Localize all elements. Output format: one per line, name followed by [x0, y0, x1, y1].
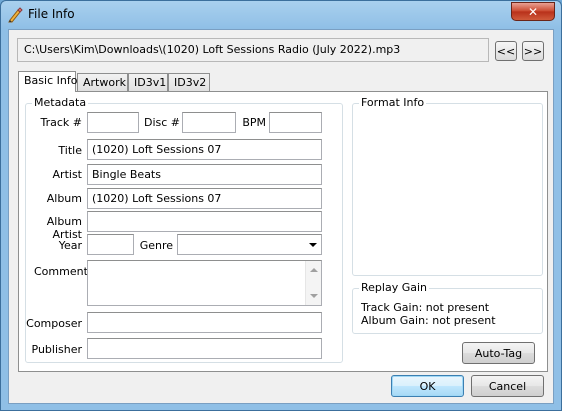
metadata-group: Metadata Track # Disc # BPM Title (1020)…: [25, 96, 343, 363]
scroll-up-icon[interactable]: [310, 268, 318, 272]
ok-button[interactable]: OK: [391, 375, 464, 397]
comment-label: Comment: [34, 265, 88, 278]
album-label: Album: [46, 192, 82, 205]
tab-artwork[interactable]: Artwork: [77, 73, 128, 91]
publisher-input[interactable]: [87, 338, 322, 359]
year-input[interactable]: [87, 234, 134, 255]
track-label: Track #: [40, 116, 83, 129]
dialog-client-area: C:\Users\Kim\Downloads\(1020) Loft Sessi…: [8, 29, 554, 404]
title-bar[interactable]: File Info ✕: [1, 1, 561, 29]
next-file-button[interactable]: >>: [522, 41, 544, 61]
auto-tag-button[interactable]: Auto-Tag: [462, 342, 535, 364]
format-info-group: Format Info: [352, 96, 543, 276]
close-icon: ✕: [527, 4, 539, 19]
window-title: File Info: [28, 7, 75, 21]
replay-gain-group: Replay Gain Track Gain: not present Albu…: [352, 281, 543, 334]
file-info-window: File Info ✕ C:\Users\Kim\Downloads\(1020…: [0, 0, 562, 411]
tab-id3v2[interactable]: ID3v2: [168, 73, 210, 91]
track-number-input[interactable]: [87, 112, 139, 133]
basic-info-panel: Metadata Track # Disc # BPM Title (1020)…: [18, 91, 548, 372]
artist-label: Artist: [52, 168, 82, 181]
file-path-display: C:\Users\Kim\Downloads\(1020) Loft Sessi…: [17, 38, 489, 62]
close-button[interactable]: ✕: [511, 2, 555, 21]
pencil-edit-icon: [8, 7, 23, 23]
previous-file-button[interactable]: <<: [495, 41, 517, 61]
publisher-label: Publisher: [31, 343, 83, 356]
title-input[interactable]: (1020) Loft Sessions 07: [87, 139, 322, 160]
album-artist-label: Album Artist: [46, 215, 82, 241]
album-input[interactable]: (1020) Loft Sessions 07: [87, 188, 322, 209]
tab-id3v1[interactable]: ID3v1: [128, 73, 168, 91]
tab-basic-info[interactable]: Basic Info: [18, 71, 77, 92]
artist-input[interactable]: Bingle Beats: [87, 164, 322, 185]
album-artist-input[interactable]: [87, 211, 322, 232]
metadata-group-label: Metadata: [32, 96, 89, 109]
bpm-input[interactable]: [269, 112, 322, 133]
genre-label: Genre: [139, 239, 173, 252]
composer-label: Composer: [26, 317, 82, 330]
disc-label: Disc #: [143, 116, 180, 129]
title-label: Title: [58, 144, 82, 157]
comment-scrollbar[interactable]: [305, 261, 321, 305]
scroll-down-icon[interactable]: [310, 294, 318, 298]
disc-number-input[interactable]: [182, 112, 236, 133]
album-gain-text: Album Gain: not present: [361, 314, 496, 327]
year-label: Year: [58, 239, 82, 252]
genre-dropdown[interactable]: [177, 234, 322, 255]
cancel-button[interactable]: Cancel: [471, 375, 544, 397]
bpm-label: BPM: [242, 116, 266, 129]
chevron-down-icon: [309, 243, 317, 247]
composer-input[interactable]: [87, 312, 322, 333]
comment-textarea[interactable]: [87, 260, 322, 306]
track-gain-text: Track Gain: not present: [361, 301, 490, 314]
format-info-group-label: Format Info: [359, 96, 427, 109]
replay-gain-group-label: Replay Gain: [359, 281, 429, 294]
